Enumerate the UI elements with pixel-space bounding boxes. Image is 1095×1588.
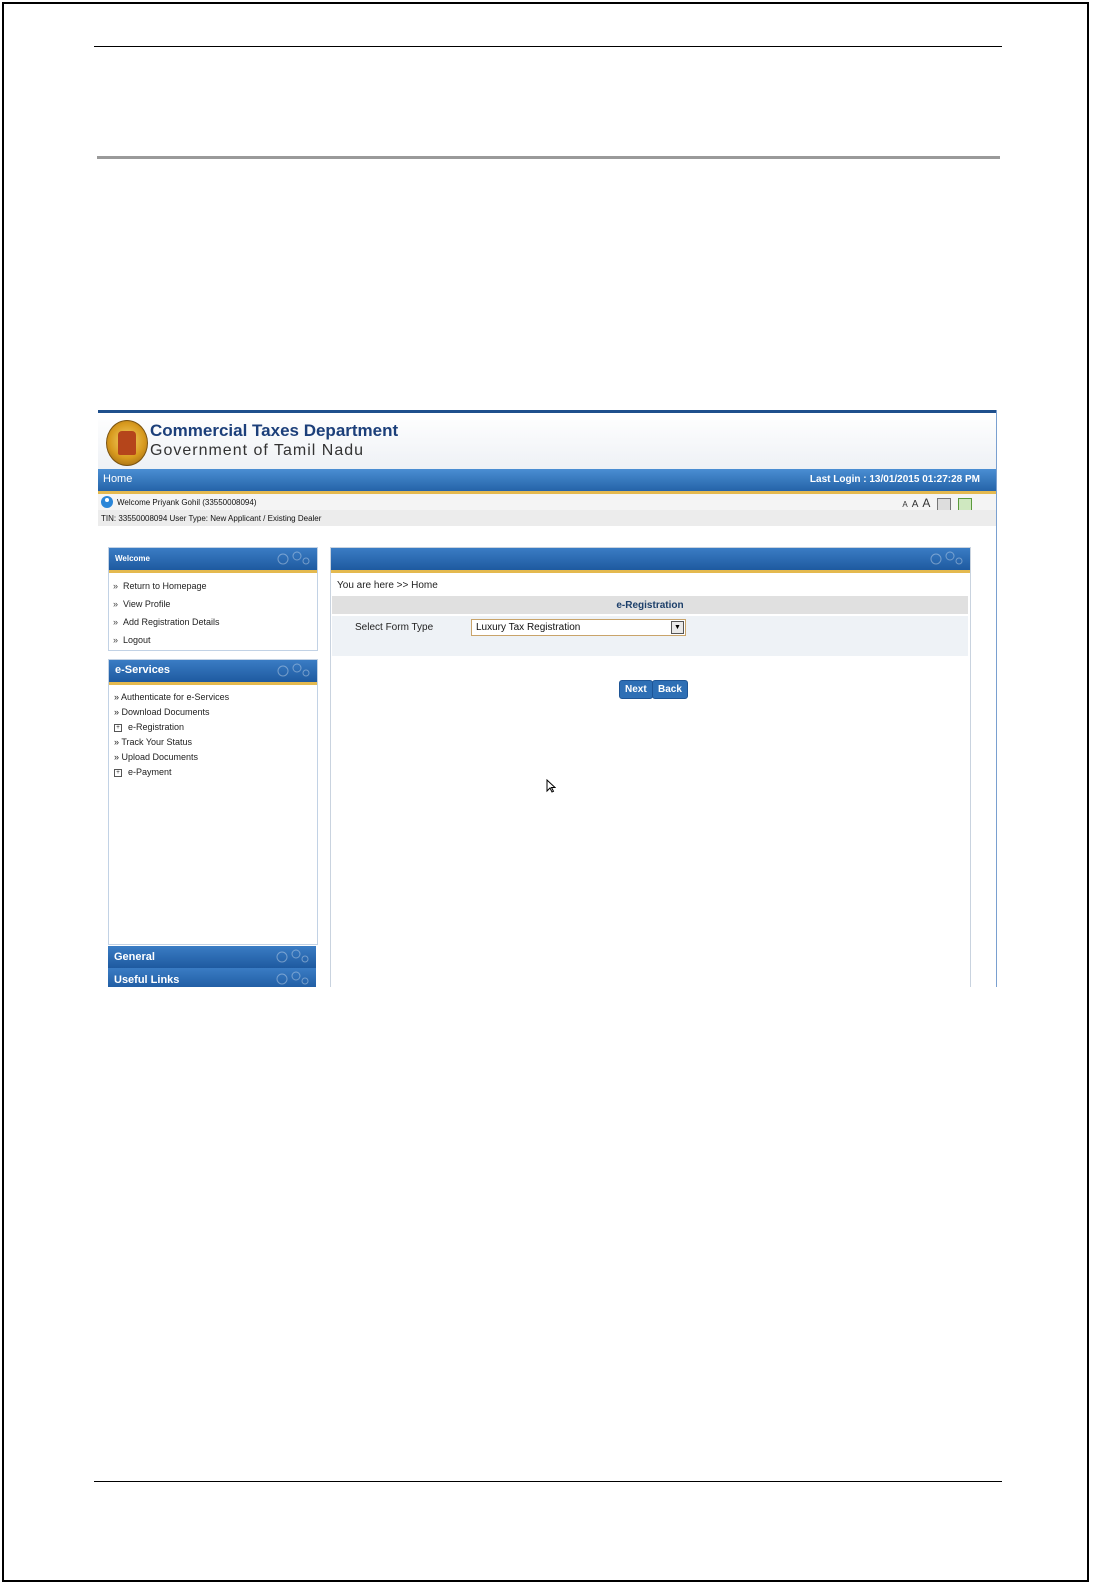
sidebar-item-view-profile[interactable]: » View Profile: [113, 595, 317, 613]
form-row-spacer: [332, 638, 968, 656]
welcome-box-title: Welcome: [115, 554, 150, 563]
welcome-box-header: Welcome: [109, 548, 317, 573]
expand-plus-icon[interactable]: +: [114, 768, 122, 777]
bullet-icon: »: [113, 581, 119, 591]
sidebar-item-track-status[interactable]: » Track Your Status: [114, 735, 317, 750]
welcome-box: Welcome » Return to Homepage » View Profil…: [108, 547, 318, 651]
print-icon[interactable]: [937, 497, 952, 511]
bullet-icon: »: [113, 635, 119, 645]
form-title: e-Registration: [616, 600, 684, 611]
eservices-box-title: e-Services: [115, 664, 171, 676]
useful-links-title: Useful Links: [114, 974, 180, 986]
eservices-menu: » Authenticate for e-Services » Download…: [109, 685, 317, 780]
general-box-header: General: [108, 946, 316, 968]
header-rule: [94, 46, 1002, 47]
bullet-icon: »: [114, 752, 122, 762]
site-header: Commercial Taxes Department Government o…: [98, 413, 996, 469]
site-title: Commercial Taxes Department: [150, 421, 399, 440]
emblem-temple-icon: [118, 431, 136, 455]
back-button[interactable]: Back: [652, 680, 688, 699]
last-login-text: Last Login : 13/01/2015 01:27:28 PM: [809, 474, 980, 485]
main-panel: You are here >> Home e-Registration Sele…: [330, 547, 971, 987]
sidebar-item-download-documents[interactable]: » Download Documents: [114, 705, 317, 720]
tamil-nadu-emblem-icon: [106, 420, 148, 466]
bullet-icon: »: [113, 599, 119, 609]
sidebar-item-return-home[interactable]: » Return to Homepage: [113, 577, 317, 595]
bullet-icon: »: [113, 617, 119, 627]
sidebar-item-add-registration[interactable]: » Add Registration Details: [113, 613, 317, 631]
next-button[interactable]: Next: [619, 680, 653, 699]
nav-bar: Home Last Login : 13/01/2015 01:27:28 PM: [98, 469, 996, 491]
add-bookmark-icon[interactable]: [958, 497, 972, 511]
bullet-icon: »: [114, 707, 122, 717]
form-row: Select Form Type Luxury Tax Registration…: [332, 616, 968, 638]
screenshot: Commercial Taxes Department Government o…: [98, 410, 997, 987]
site-subtitle: Government of Tamil Nadu: [150, 442, 365, 459]
bullet-icon: »: [114, 692, 122, 702]
sidebar-item-e-registration[interactable]: + e-Registration: [114, 720, 317, 735]
swirl-decoration-icon: [277, 551, 310, 565]
form-type-select[interactable]: Luxury Tax Registration ▼: [471, 619, 686, 636]
user-bar: Welcome Priyank Gohil (33550008094) AAA: [98, 494, 996, 511]
swirl-decoration-icon: [276, 971, 309, 985]
sidebar-item-logout[interactable]: » Logout: [113, 631, 317, 649]
user-icon: [101, 496, 113, 508]
breadcrumb: You are here >> Home: [337, 580, 438, 591]
section-rule: [97, 156, 1000, 159]
eservices-box: e-Services » Authenticate for e-Services…: [108, 659, 318, 945]
footer-rule: [94, 1481, 1002, 1482]
nav-home-link[interactable]: Home: [103, 473, 132, 485]
sidebar-item-e-payment[interactable]: + e-Payment: [114, 765, 317, 780]
mouse-cursor-icon: [546, 779, 556, 793]
font-medium-button[interactable]: A: [912, 499, 919, 510]
dropdown-arrow-icon[interactable]: ▼: [671, 621, 684, 634]
swirl-decoration-icon: [930, 551, 963, 565]
form-type-label: Select Form Type: [355, 622, 434, 633]
welcome-menu: » Return to Homepage » View Profile » Add R…: [109, 573, 317, 649]
expand-plus-icon[interactable]: +: [114, 723, 122, 732]
general-box-title: General: [114, 951, 155, 963]
tin-bar: TIN: 33550008094 User Type: New Applican…: [98, 510, 996, 526]
font-large-button[interactable]: A: [922, 496, 930, 510]
toolbar-tools: AAA: [898, 496, 972, 511]
main-panel-header: [331, 548, 970, 573]
swirl-decoration-icon: [277, 663, 310, 677]
font-small-button[interactable]: A: [902, 500, 907, 509]
useful-links-header: Useful Links: [108, 968, 316, 987]
useful-links-box[interactable]: Useful Links: [108, 968, 316, 987]
sidebar-item-upload-documents[interactable]: » Upload Documents: [114, 750, 317, 765]
welcome-user-text: Welcome Priyank Gohil (33550008094): [117, 498, 257, 507]
eservices-box-header: e-Services: [109, 660, 317, 685]
form-type-value: Luxury Tax Registration: [476, 622, 581, 633]
swirl-decoration-icon: [276, 949, 309, 963]
general-box[interactable]: General: [108, 946, 316, 968]
form-title-bar: e-Registration: [332, 596, 968, 614]
sidebar-item-authenticate[interactable]: » Authenticate for e-Services: [114, 690, 317, 705]
tin-user-type-text: TIN: 33550008094 User Type: New Applican…: [101, 514, 322, 523]
